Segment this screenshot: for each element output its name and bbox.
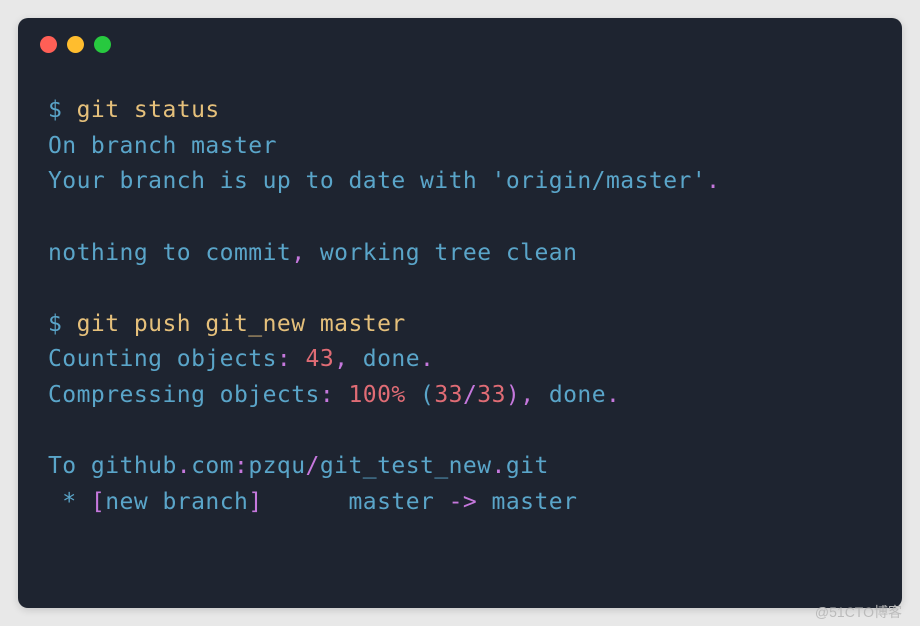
prompt: $ (48, 311, 77, 337)
prompt: $ (48, 97, 77, 123)
terminal-line: Compressing objects: 100% (33/33), done. (48, 378, 872, 414)
minimize-icon[interactable] (67, 36, 84, 53)
title-bar (18, 18, 902, 61)
blank-line (48, 200, 872, 236)
terminal-line: $ git status (48, 93, 872, 129)
terminal-line: nothing to commit, working tree clean (48, 236, 872, 272)
close-icon[interactable] (40, 36, 57, 53)
blank-line (48, 271, 872, 307)
command-text: git status (77, 97, 220, 123)
terminal-line: Your branch is up to date with 'origin/m… (48, 164, 872, 200)
blank-line (48, 414, 872, 450)
terminal-window: $ git status On branch master Your branc… (18, 18, 902, 608)
watermark: @51CTO博客 (815, 602, 902, 622)
terminal-line: To github.com:pzqu/git_test_new.git (48, 449, 872, 485)
terminal-line: Counting objects: 43, done. (48, 342, 872, 378)
terminal-content: $ git status On branch master Your branc… (18, 61, 902, 541)
maximize-icon[interactable] (94, 36, 111, 53)
terminal-line: $ git push git_new master (48, 307, 872, 343)
terminal-line: On branch master (48, 129, 872, 165)
terminal-line: * [new branch] master -> master (48, 485, 872, 521)
command-text: git push git_new master (77, 311, 406, 337)
